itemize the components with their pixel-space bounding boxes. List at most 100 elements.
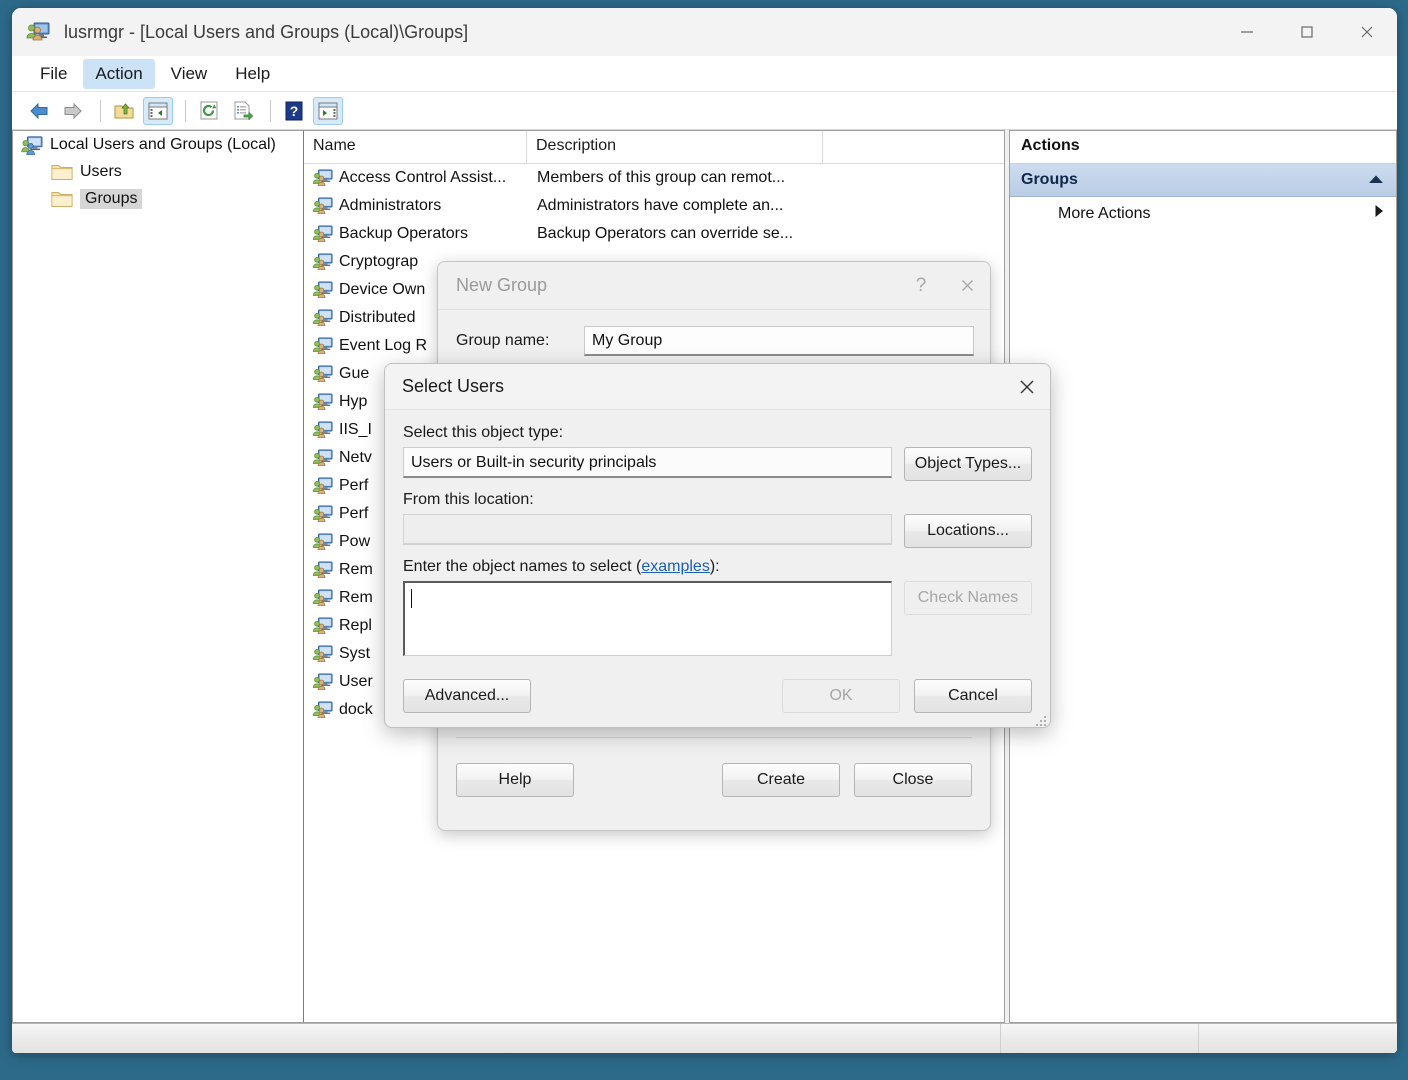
group-icon (312, 225, 333, 243)
object-names-input[interactable] (403, 581, 892, 656)
select-users-footer: Advanced... OK Cancel (403, 679, 1032, 713)
toolbar-separator (270, 99, 271, 122)
table-row[interactable]: Administrators Administrators have comple… (304, 192, 1004, 220)
group-name-cell: Backup Operators (339, 225, 468, 242)
location-row: Locations... (403, 514, 1032, 548)
title-bar: lusrmgr - [Local Users and Groups (Local… (12, 8, 1397, 56)
object-type-row: Users or Built-in security principals Ob… (403, 447, 1032, 481)
close-dialog-button[interactable]: Close (854, 763, 972, 797)
new-group-title: New Group (456, 275, 548, 295)
show-hide-action-pane-icon[interactable] (313, 96, 343, 125)
locations-button[interactable]: Locations... (904, 514, 1032, 548)
advanced-button[interactable]: Advanced... (403, 679, 531, 713)
group-icon (312, 477, 333, 495)
column-header-filler (823, 131, 1004, 164)
object-names-label-prefix: Enter the object names to select ( (403, 558, 642, 575)
select-users-dialog: Select Users Select this object type: Us… (384, 363, 1051, 728)
group-icon (312, 337, 333, 355)
group-name-cell: Administrators (339, 197, 442, 214)
group-name-input[interactable]: My Group (584, 326, 974, 356)
application-window: lusrmgr - [Local Users and Groups (Local… (12, 8, 1397, 1053)
menu-item-file[interactable]: File (28, 59, 79, 89)
new-group-help-button[interactable]: ? (898, 263, 944, 309)
new-group-close-button[interactable] (944, 263, 990, 309)
window-controls (1217, 8, 1397, 56)
group-name-cell: Access Control Assist... (339, 169, 507, 186)
check-names-button[interactable]: Check Names (904, 581, 1032, 615)
actions-group-header[interactable]: Groups (1010, 164, 1396, 197)
forward-icon[interactable] (58, 97, 88, 125)
group-icon (312, 281, 333, 299)
maximize-button[interactable] (1277, 8, 1337, 56)
up-one-level-icon[interactable] (109, 97, 139, 125)
tree-item-users[interactable]: Users (13, 158, 303, 185)
object-type-label: Select this object type: (403, 424, 564, 441)
group-icon (312, 561, 333, 579)
actions-pane-title: Actions (1010, 131, 1396, 164)
table-row[interactable]: Access Control Assist... Members of this … (304, 164, 1004, 192)
group-description-cell: Members of this group can remot... (537, 169, 786, 186)
back-icon[interactable] (24, 97, 54, 125)
table-row[interactable]: Backup Operators Backup Operators can ove… (304, 220, 1004, 248)
tree-item-label: Groups (80, 188, 143, 209)
object-names-row: Check Names (403, 581, 1032, 656)
ok-button[interactable]: OK (782, 679, 900, 713)
actions-pane: Actions Groups More Actions (1009, 130, 1397, 1023)
minimize-button[interactable] (1217, 8, 1277, 56)
group-icon (312, 505, 333, 523)
resize-grip[interactable] (1034, 714, 1046, 726)
help-button[interactable]: Help (456, 763, 574, 797)
refresh-icon[interactable] (194, 97, 224, 125)
cancel-button[interactable]: Cancel (914, 679, 1032, 713)
group-icon (312, 533, 333, 551)
console-tree-pane: Local Users and Groups (Local) Users Gro… (12, 130, 304, 1023)
tree-item-local-users-and-groups[interactable]: Local Users and Groups (Local) (13, 131, 303, 158)
local-users-and-groups-icon (26, 20, 50, 44)
menu-bar: File Action View Help (12, 56, 1397, 92)
group-description-cell: Administrators have complete an... (537, 197, 784, 214)
group-name-label: Group name: (456, 332, 550, 349)
new-group-name-row: Group name: My Group (438, 310, 990, 356)
create-button[interactable]: Create (722, 763, 840, 797)
group-icon (312, 393, 333, 411)
group-icon (312, 701, 333, 719)
select-users-title: Select Users (402, 376, 505, 396)
computer-icon (21, 135, 43, 155)
menu-item-help[interactable]: Help (223, 59, 282, 89)
toolbar-separator (100, 99, 101, 122)
group-description-cell: Backup Operators can override se... (537, 225, 794, 242)
column-header-name[interactable]: Name (304, 131, 527, 164)
window-title: lusrmgr - [Local Users and Groups (Local… (64, 21, 469, 42)
location-field[interactable] (403, 514, 892, 545)
toolbar-separator (185, 99, 186, 122)
status-bar (12, 1023, 1397, 1053)
folder-icon (51, 162, 73, 182)
text-caret (411, 589, 412, 608)
group-icon (312, 253, 333, 271)
object-type-field[interactable]: Users or Built-in security principals (403, 447, 892, 478)
new-group-separator (456, 737, 972, 738)
location-label: From this location: (403, 491, 534, 508)
toolbar: ? (12, 92, 1397, 130)
new-group-button-row: Help Create Close (438, 750, 990, 810)
object-names-label-suffix: ): (709, 558, 720, 575)
list-column-header: Name Description (304, 131, 1004, 164)
chevron-up-icon[interactable] (1368, 171, 1384, 189)
tree-item-groups[interactable]: Groups (13, 185, 303, 212)
group-icon (312, 645, 333, 663)
menu-item-view[interactable]: View (159, 59, 220, 89)
close-button[interactable] (1337, 8, 1397, 56)
object-types-button[interactable]: Object Types... (904, 447, 1032, 481)
select-users-close-button[interactable] (1004, 365, 1050, 409)
group-icon (312, 673, 333, 691)
column-header-description[interactable]: Description (527, 131, 823, 164)
export-list-icon[interactable] (228, 97, 258, 125)
group-icon (312, 365, 333, 383)
action-item-more-actions[interactable]: More Actions (1010, 197, 1396, 230)
group-icon (312, 309, 333, 327)
tree-item-label: Users (80, 162, 122, 180)
examples-link[interactable]: examples (641, 558, 709, 575)
menu-item-action[interactable]: Action (83, 58, 155, 89)
help-icon[interactable]: ? (279, 97, 309, 125)
show-hide-console-tree-icon[interactable] (143, 96, 173, 125)
